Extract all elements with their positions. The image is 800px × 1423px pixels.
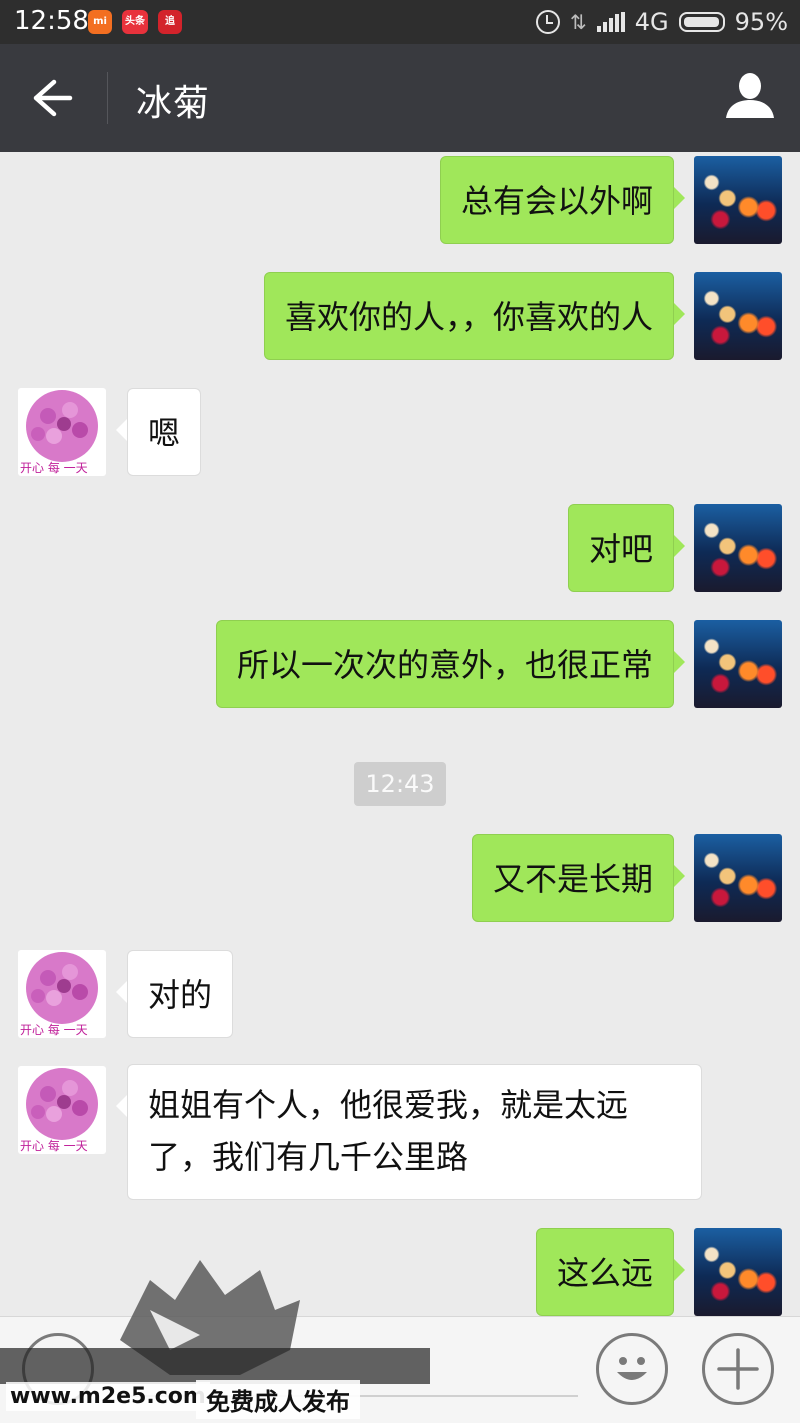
message-incoming: 开心 每 一天 嗯: [0, 384, 800, 484]
avatar-caption: 开心 每 一天: [20, 1138, 88, 1153]
friend-avatar[interactable]: 开心 每 一天: [18, 950, 106, 1038]
time-divider: 12:43: [354, 762, 446, 806]
status-indicators: ⇅ 4G 95%: [536, 6, 788, 38]
signal-icon: [596, 12, 625, 32]
message-outgoing: 总有会以外啊: [0, 152, 800, 252]
friend-avatar[interactable]: 开心 每 一天: [18, 1066, 106, 1154]
zhui-icon: 追: [158, 10, 182, 34]
message-text: 喜欢你的人，，你喜欢的人: [284, 298, 653, 336]
more-button[interactable]: [702, 1333, 774, 1405]
message-outgoing: 所以一次次的意外，也很正常: [0, 616, 800, 716]
message-input[interactable]: [120, 1395, 578, 1397]
flower-bouquet-icon: 开心 每 一天: [20, 1068, 98, 1153]
my-avatar[interactable]: [694, 504, 782, 592]
person-icon: [726, 73, 774, 118]
friend-avatar[interactable]: 开心 每 一天: [18, 388, 106, 476]
plus-icon: [717, 1348, 759, 1390]
message-bubble[interactable]: 总有会以外啊: [439, 156, 686, 244]
message-text: 嗯: [148, 414, 181, 452]
chat-title: 冰菊: [136, 83, 211, 124]
network-type: 4G: [634, 8, 669, 36]
message-outgoing: 喜欢你的人，，你喜欢的人: [0, 268, 800, 368]
data-transfer-icon: ⇅: [570, 10, 587, 34]
message-text: 又不是长期: [492, 860, 653, 898]
message-bubble[interactable]: 对吧: [567, 504, 686, 592]
message-bubble[interactable]: 所以一次次的意外，也很正常: [215, 620, 686, 708]
avatar-caption: 开心 每 一天: [20, 460, 88, 475]
emoji-button[interactable]: [596, 1333, 668, 1405]
flower-bouquet-icon: 开心 每 一天: [20, 952, 98, 1037]
status-bar: 12:58 mi 头条 追 ⇅ 4G 95%: [0, 0, 800, 44]
my-avatar[interactable]: [694, 834, 782, 922]
chat-header: 冰菊: [0, 44, 800, 152]
avatar-caption: 开心 每 一天: [20, 1022, 88, 1037]
alarm-icon: [536, 10, 561, 34]
my-avatar[interactable]: [694, 620, 782, 708]
message-incoming: 开心 每 一天 对的: [0, 946, 800, 1046]
flower-bouquet-icon: 开心 每 一天: [20, 390, 98, 475]
message-text: 姐姐有个人，他很爱我，就是太远了，我们有几千公里路: [148, 1086, 629, 1176]
battery-icon: [678, 12, 725, 32]
arrow-left-icon: [33, 79, 73, 117]
message-bubble[interactable]: 又不是长期: [471, 834, 686, 922]
mi-icon: mi: [88, 10, 112, 34]
message-text: 对的: [148, 976, 213, 1014]
back-button[interactable]: [24, 70, 84, 126]
smiley-icon: [617, 1357, 647, 1380]
message-list[interactable]: 总有会以外啊 喜欢你的人，，你喜欢的人 开心 每 一天 嗯 对吧 所以一次次的意…: [0, 152, 800, 1316]
header-divider: [107, 72, 108, 124]
my-avatar[interactable]: [694, 272, 782, 360]
my-avatar[interactable]: [694, 156, 782, 244]
battery-percent: 95%: [734, 8, 788, 36]
message-outgoing: 这么远: [0, 1224, 800, 1316]
contact-profile-button[interactable]: [722, 68, 778, 124]
message-bubble[interactable]: 喜欢你的人，，你喜欢的人: [263, 272, 686, 360]
message-bubble[interactable]: 嗯: [115, 388, 202, 476]
message-bubble[interactable]: 这么远: [535, 1228, 686, 1316]
toutiao-icon: 头条: [122, 10, 148, 34]
message-text: 所以一次次的意外，也很正常: [236, 646, 653, 684]
message-outgoing: 又不是长期: [0, 830, 800, 930]
message-text: 总有会以外啊: [460, 182, 653, 220]
voice-button[interactable]: [22, 1333, 94, 1405]
status-time: 12:58: [14, 6, 89, 36]
my-avatar[interactable]: [694, 1228, 782, 1316]
message-bubble[interactable]: 对的: [115, 950, 234, 1038]
message-bubble[interactable]: 姐姐有个人，他很爱我，就是太远了，我们有几千公里路: [116, 1064, 702, 1200]
input-bar: [0, 1316, 800, 1423]
message-text: 这么远: [556, 1254, 653, 1292]
message-text: 对吧: [588, 530, 653, 568]
message-outgoing: 对吧: [0, 500, 800, 600]
message-incoming: 开心 每 一天 姐姐有个人，他很爱我，就是太远了，我们有几千公里路: [0, 1062, 800, 1202]
